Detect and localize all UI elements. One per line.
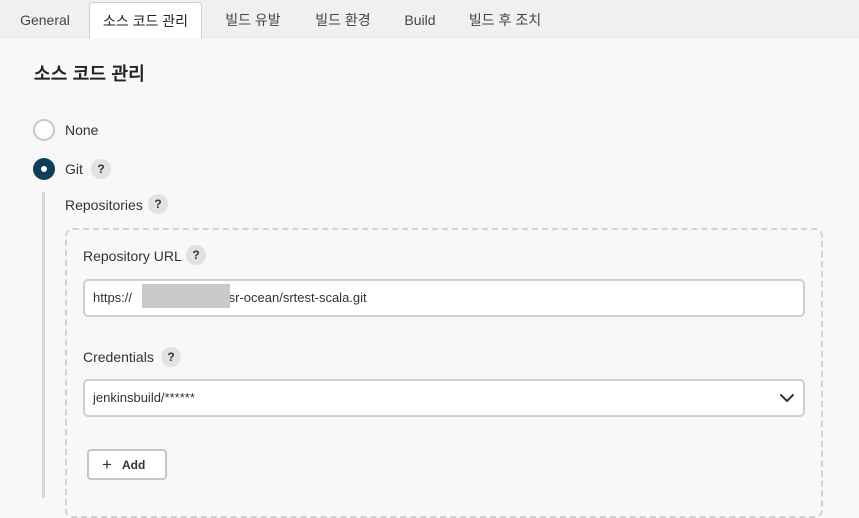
tab-build-triggers[interactable]: 빌드 유발 [213, 0, 293, 39]
credentials-selected-value: jenkinsbuild/****** [93, 390, 195, 405]
repository-url-prefix: https:// [93, 290, 133, 305]
tab-build[interactable]: Build [395, 0, 445, 39]
radio-git[interactable] [33, 158, 55, 180]
redaction-block [142, 284, 230, 308]
credentials-help-icon[interactable]: ? [161, 347, 181, 367]
tab-source-code-management[interactable]: 소스 코드 관리 [89, 2, 202, 39]
repositories-label: Repositories [65, 197, 143, 213]
chevron-down-icon[interactable] [780, 391, 794, 405]
radio-git-label[interactable]: Git [65, 161, 83, 177]
tab-bar: General 소스 코드 관리 빌드 유발 빌드 환경 Build 빌드 후 … [0, 0, 859, 39]
git-section-divider [42, 192, 45, 498]
repository-card [65, 228, 823, 518]
repository-url-suffix: /sr-ocean/srtest-scala.git [225, 290, 367, 305]
radio-none[interactable] [33, 119, 55, 141]
credentials-label: Credentials [83, 349, 154, 365]
repository-url-label: Repository URL [83, 248, 182, 264]
tab-general[interactable]: General [10, 0, 80, 39]
plus-icon: + [102, 455, 112, 474]
tab-post-build-actions[interactable]: 빌드 후 조치 [456, 0, 554, 39]
repository-url-help-icon[interactable]: ? [186, 245, 206, 265]
repositories-help-icon[interactable]: ? [148, 194, 168, 214]
section-title: 소스 코드 관리 [34, 64, 145, 84]
add-button-label: Add [122, 458, 146, 472]
tab-build-environment[interactable]: 빌드 환경 [303, 0, 383, 39]
add-credentials-button[interactable]: + Add [87, 449, 167, 480]
credentials-select[interactable]: jenkinsbuild/****** [83, 379, 805, 417]
git-help-icon[interactable]: ? [91, 159, 111, 179]
radio-none-label[interactable]: None [65, 122, 98, 138]
